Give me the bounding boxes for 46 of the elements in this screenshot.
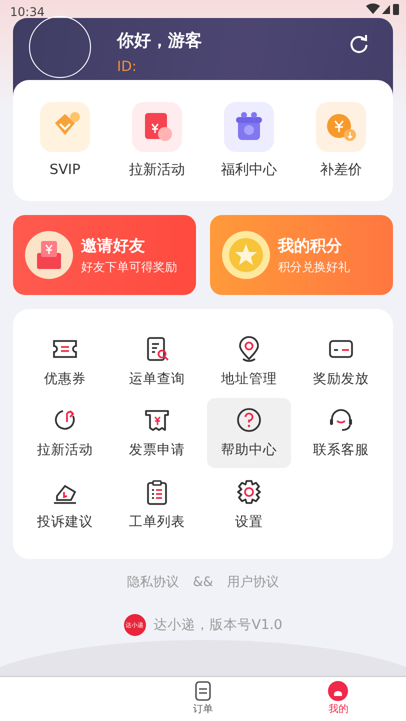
entry-label[interactable]: 拉新活动 [129,160,185,181]
service-item[interactable]: 优惠券 [23,327,107,396]
promo-subtitle: 好友下单可得奖励 [81,259,177,276]
avatar-circle[interactable] [29,16,91,78]
service-item[interactable]: 地址管理 [207,327,291,396]
service-item[interactable]: 发票申请 [115,398,199,468]
entry-label[interactable]: 补差价 [320,160,362,181]
service-item[interactable]: 设置 [207,470,291,539]
service-item[interactable]: 拉新活动 [23,398,107,468]
service-label: 设置 [235,512,263,532]
promo-subtitle: 积分兑换好礼 [278,259,350,276]
version-text: 达小递，版本号V1.0 [154,616,282,636]
separator: && [192,574,214,592]
nav-tab[interactable]: 我的 [270,677,406,721]
service-item[interactable]: 帮助中心 [207,398,291,468]
service-label: 帮助中心 [221,441,277,460]
service-label: 运单查询 [129,370,185,389]
gift-envelope-icon [25,231,73,279]
service-label: 地址管理 [221,370,277,389]
service-label: 发票申请 [129,441,185,460]
promo-title: 邀请好友 [81,235,146,257]
user-id: ID: [117,58,137,77]
entry-label[interactable]: 福利中心 [221,160,277,181]
document-icon [194,681,212,701]
service-item[interactable]: 运单查询 [115,327,199,396]
service-item[interactable]: 联系客服 [299,398,383,468]
settings-icon [235,478,263,506]
service-label: 优惠券 [44,370,86,389]
service-label: 工单列表 [129,512,185,532]
clock: 10:34 [10,4,45,20]
service-item[interactable]: 工单列表 [115,470,199,539]
service-label: 投诉建议 [37,512,93,532]
service-item[interactable]: 奖励发放 [299,327,383,396]
service-label: 拉新活动 [37,441,93,460]
service-label: 联系客服 [313,441,369,460]
service-item[interactable]: 投诉建议 [23,470,107,539]
promo-title: 我的积分 [278,235,343,257]
person-icon [328,681,348,701]
service-label: 奖励发放 [313,370,369,389]
entry-label[interactable]: SVIP [49,160,81,181]
refresh-icon[interactable] [349,34,369,54]
nav-tab[interactable]: 订单 [135,677,271,721]
help-icon [235,406,263,434]
greeting: 你好，游客 [117,30,202,53]
signal-icon [366,3,400,15]
star-coin-icon [222,231,270,279]
